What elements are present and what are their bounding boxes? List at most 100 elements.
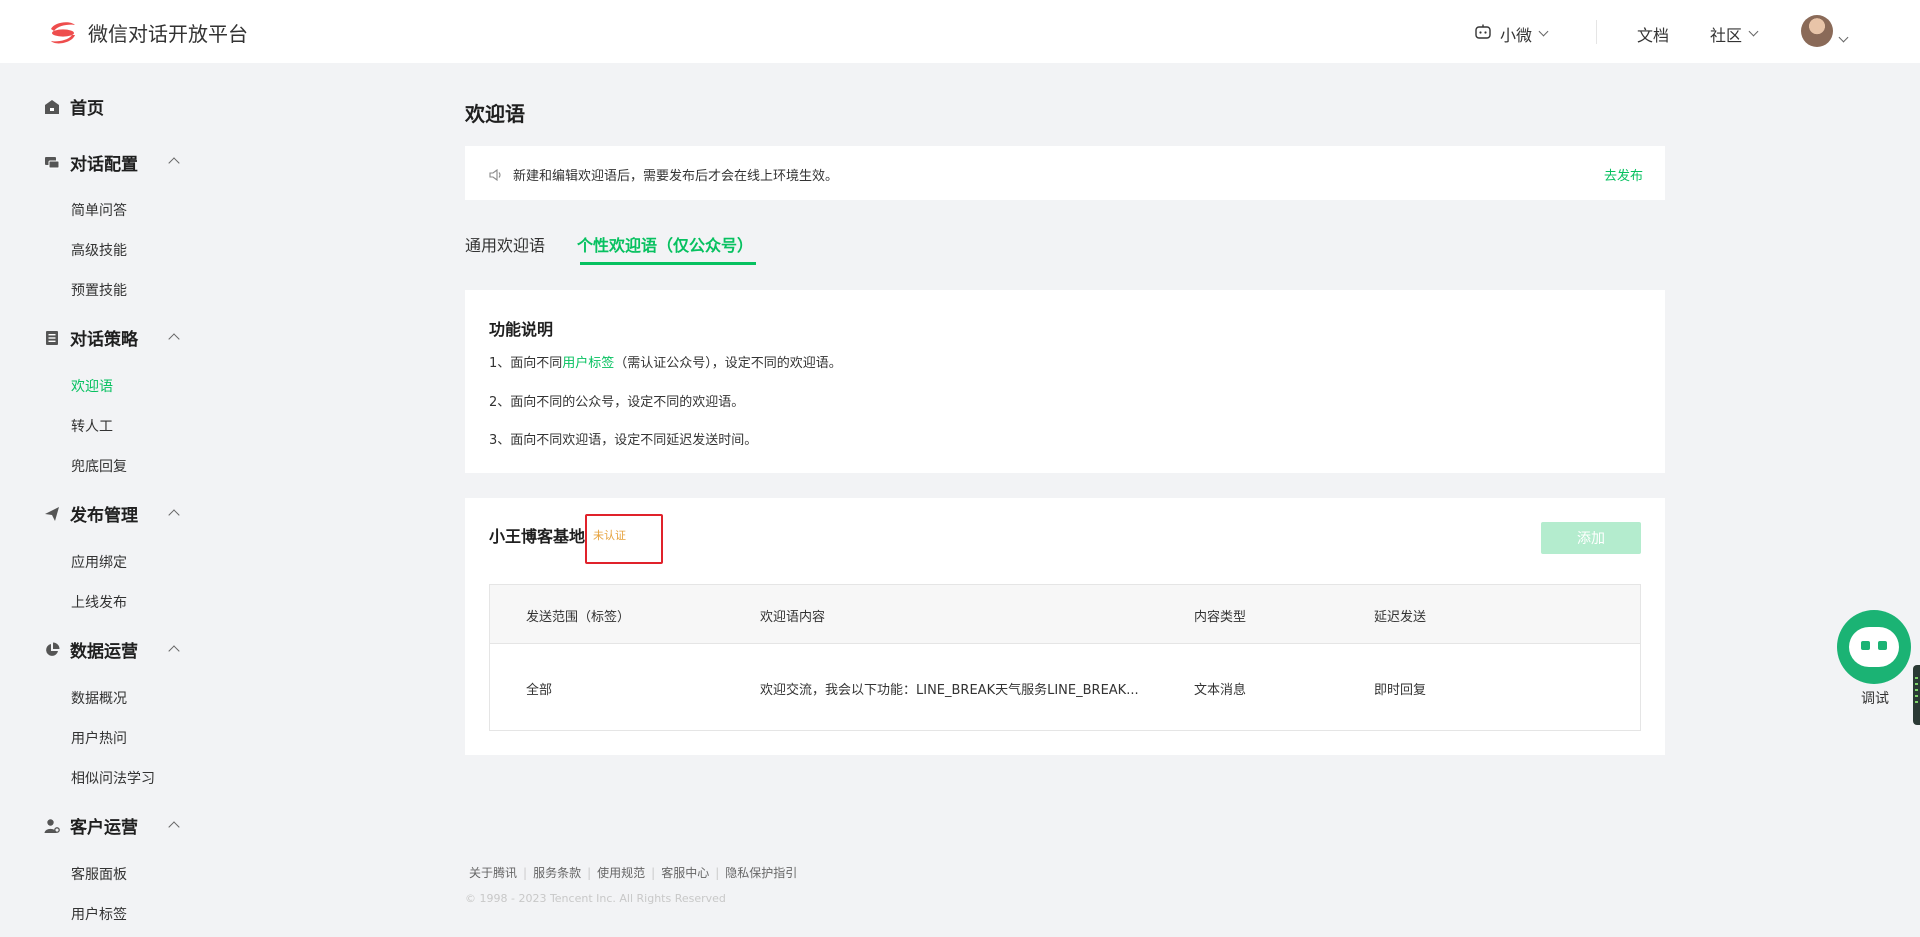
- copyright: © 1998 - 2023 Tencent Inc. All Rights Re…: [465, 892, 726, 905]
- platform-logo[interactable]: 微信对话开放平台: [48, 18, 248, 47]
- user-tags-link[interactable]: 用户标签: [562, 356, 614, 371]
- footer-link[interactable]: 服务条款: [533, 864, 581, 881]
- header-divider: [1596, 20, 1597, 44]
- chevron-up-icon[interactable]: [168, 509, 180, 521]
- welcome-table: 发送范围（标签） 欢迎语内容 内容类型 延迟发送 全部 欢迎交流，我会以下功能：…: [489, 584, 1641, 731]
- logo-text: 微信对话开放平台: [88, 22, 248, 46]
- feature-line-3: 3、面向不同欢迎语，设定不同延迟发送时间。: [489, 433, 758, 448]
- sidebar-group-label: 数据运营: [70, 642, 138, 662]
- active-tab-indicator: [580, 262, 756, 265]
- notice-text: 新建和编辑欢迎语后，需要发布后才会在线上环境生效。: [513, 169, 839, 184]
- sidebar-item-user-tags[interactable]: 用户标签: [71, 904, 127, 924]
- footer-links: 关于腾讯 | 服务条款 | 使用规范 | 客服中心 | 隐私保护指引: [469, 864, 797, 881]
- sidebar-group-publish[interactable]: 发布管理: [44, 501, 138, 526]
- column-header: 发送范围（标签）: [526, 610, 631, 625]
- chevron-down-icon[interactable]: [1838, 26, 1849, 45]
- sidebar-group-dialog-config[interactable]: 对话配置: [44, 150, 138, 175]
- docs-link[interactable]: 文档: [1637, 22, 1669, 46]
- feature-line-2: 2、面向不同的公众号，设定不同的欢迎语。: [489, 395, 745, 410]
- sidebar-group-label: 对话配置: [70, 155, 138, 175]
- chevron-up-icon[interactable]: [168, 333, 180, 345]
- footer-link[interactable]: 隐私保护指引: [725, 864, 797, 881]
- handle-dot: [1915, 701, 1918, 703]
- feature-line-1-suffix: （需认证公众号），设定不同的欢迎语。: [614, 356, 842, 371]
- footer-separator: |: [523, 865, 528, 880]
- account-welcome-card: 小王博客基地 未认证 添加 发送范围（标签） 欢迎语内容 内容类型 延迟发送 全…: [465, 498, 1665, 755]
- sidebar-group-customer-ops[interactable]: 客户运营: [44, 813, 138, 838]
- feature-description-card: 功能说明 1、面向不同用户标签（需认证公众号），设定不同的欢迎语。 2、面向不同…: [465, 290, 1665, 473]
- chevron-up-icon[interactable]: [168, 645, 180, 657]
- chevron-up-icon[interactable]: [168, 821, 180, 833]
- feature-title: 功能说明: [489, 320, 554, 339]
- sidebar-item-home[interactable]: 首页: [44, 94, 104, 119]
- tab-personal-welcome[interactable]: 个性欢迎语（仅公众号）: [577, 232, 753, 256]
- top-header: 微信对话开放平台 小微 文档 社区: [0, 0, 1920, 63]
- footer-link[interactable]: 使用规范: [597, 864, 645, 881]
- feature-line-1-prefix: 1、面向不同: [489, 356, 563, 371]
- bot-face-icon: [1849, 627, 1899, 667]
- sidebar-item-transfer-human[interactable]: 转人工: [71, 416, 113, 436]
- publish-notice: 新建和编辑欢迎语后，需要发布后才会在线上环境生效。 去发布: [465, 146, 1665, 200]
- handle-dot: [1915, 689, 1918, 691]
- sidebar-group-dialog-strategy[interactable]: 对话策略: [44, 325, 138, 350]
- table-header: 发送范围（标签） 欢迎语内容 内容类型 延迟发送: [490, 585, 1640, 644]
- side-drawer-handle[interactable]: [1913, 665, 1920, 725]
- column-header: 内容类型: [1194, 610, 1247, 625]
- cell-type: 文本消息: [1194, 683, 1247, 698]
- home-icon: [44, 99, 60, 115]
- column-header: 延迟发送: [1374, 610, 1427, 625]
- add-button[interactable]: 添加: [1541, 522, 1641, 554]
- speaker-icon: [489, 166, 503, 185]
- feature-line-1: 1、面向不同用户标签（需认证公众号），设定不同的欢迎语。: [489, 352, 842, 371]
- sidebar-item-preset-skill[interactable]: 预置技能: [71, 280, 127, 300]
- sidebar-item-go-live[interactable]: 上线发布: [71, 592, 127, 612]
- bot-name: 小微: [1500, 26, 1533, 45]
- user-settings-icon: [44, 818, 60, 834]
- send-icon: [44, 506, 60, 522]
- handle-dot: [1915, 695, 1918, 697]
- column-header: 欢迎语内容: [760, 610, 826, 625]
- handle-dot: [1915, 677, 1918, 679]
- cell-content: 欢迎交流，我会以下功能：LINE_BREAK天气服务LINE_BREAK...: [760, 683, 1139, 698]
- footer-separator: |: [715, 865, 720, 880]
- footer-separator: |: [587, 865, 592, 880]
- cell-scope: 全部: [526, 683, 553, 698]
- cell-delay: 即时回复: [1374, 683, 1427, 698]
- bot-eye: [1878, 641, 1887, 650]
- sidebar-item-similar-learning[interactable]: 相似问法学习: [71, 768, 155, 788]
- handle-dot: [1915, 683, 1918, 685]
- robot-icon: [1474, 23, 1492, 45]
- avatar[interactable]: [1801, 15, 1833, 47]
- page-title: 欢迎语: [465, 102, 525, 126]
- sidebar-item-hot-questions[interactable]: 用户热问: [71, 728, 127, 748]
- pie-chart-icon: [44, 642, 60, 658]
- sidebar-item-simple-qa[interactable]: 简单问答: [71, 200, 127, 220]
- chevron-down-icon: [1748, 26, 1759, 37]
- sidebar-item-welcome[interactable]: 欢迎语: [71, 376, 113, 396]
- footer-separator: |: [651, 865, 656, 880]
- community-menu[interactable]: 社区: [1710, 22, 1759, 46]
- sidebar-group-label: 发布管理: [70, 506, 138, 526]
- sidebar-item-label: 首页: [70, 99, 104, 119]
- sidebar-item-advanced-skill[interactable]: 高级技能: [71, 240, 127, 260]
- chevron-up-icon[interactable]: [168, 157, 180, 169]
- sidebar-item-service-panel[interactable]: 客服面板: [71, 864, 127, 884]
- sidebar-item-app-binding[interactable]: 应用绑定: [71, 552, 127, 572]
- sidebar-group-label: 对话策略: [70, 330, 138, 350]
- debug-bot-button[interactable]: [1837, 610, 1911, 684]
- debug-label: 调试: [1861, 691, 1889, 707]
- community-label: 社区: [1710, 26, 1743, 45]
- sidebar-item-fallback-reply[interactable]: 兜底回复: [71, 456, 127, 476]
- bot-selector[interactable]: 小微: [1474, 22, 1549, 46]
- chevron-down-icon: [1538, 26, 1549, 37]
- logo-mark-icon: [48, 20, 78, 46]
- account-name: 小王博客基地: [489, 527, 586, 546]
- tab-general-welcome[interactable]: 通用欢迎语: [465, 232, 545, 256]
- footer-link[interactable]: 关于腾讯: [469, 864, 517, 881]
- highlight-box: [585, 514, 663, 564]
- document-icon: [44, 330, 60, 346]
- sidebar-group-data-ops[interactable]: 数据运营: [44, 637, 138, 662]
- go-publish-link[interactable]: 去发布: [1604, 165, 1643, 184]
- footer-link[interactable]: 客服中心: [661, 864, 709, 881]
- sidebar-item-data-overview[interactable]: 数据概况: [71, 688, 127, 708]
